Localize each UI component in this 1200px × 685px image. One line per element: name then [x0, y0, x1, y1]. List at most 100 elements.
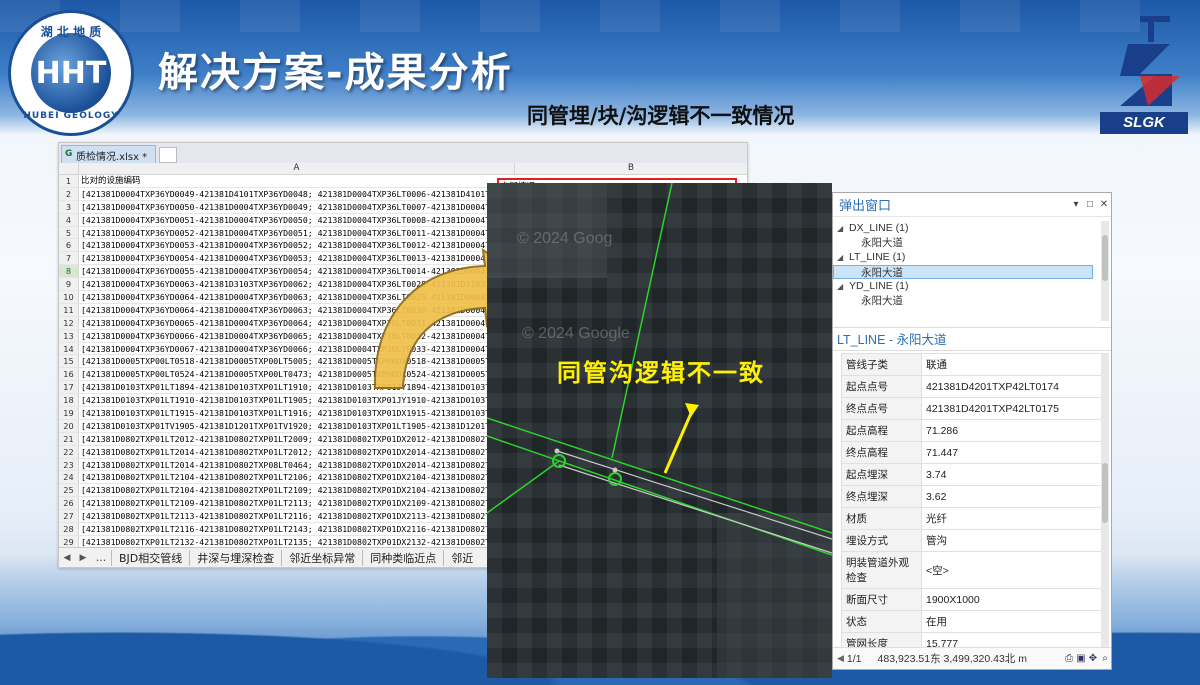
- row-number[interactable]: 19: [59, 407, 79, 419]
- row-number[interactable]: 24: [59, 471, 79, 484]
- attribute-key: 起点点号: [841, 375, 922, 398]
- map-view[interactable]: © 2024 Goog © 2024 Google 同管沟逻辑不一致: [487, 183, 832, 678]
- caret-down-icon[interactable]: ◢: [837, 251, 849, 266]
- tree-feature-item[interactable]: 永阳大道: [833, 294, 1111, 309]
- attribute-key: 终点埋深: [841, 485, 922, 508]
- attribute-row: 管线子类 联通: [841, 353, 1103, 376]
- coordinate-readout: 483,923.51东 3,499,320.43北 m: [877, 653, 1027, 665]
- tree-feature-item-selected[interactable]: 永阳大道: [833, 264, 1093, 280]
- attribute-value: 71.286: [921, 419, 1103, 442]
- new-tab-button[interactable]: [159, 147, 178, 163]
- tree-layer-item[interactable]: ◢ DX_LINE (1): [833, 221, 1111, 236]
- maximize-icon[interactable]: □: [1083, 199, 1097, 210]
- row-number[interactable]: 17: [59, 381, 79, 394]
- row-number[interactable]: 7: [59, 252, 79, 265]
- attribute-value: <空>: [921, 551, 1103, 589]
- row-number[interactable]: 16: [59, 368, 79, 381]
- sheet-prev-button[interactable]: ◀: [59, 553, 75, 563]
- attribute-row: 起点点号 421381D4201TXP42LT0174: [841, 375, 1103, 398]
- close-icon[interactable]: ✕: [1097, 199, 1111, 210]
- attribute-key: 管线子类: [841, 353, 922, 376]
- sheet-tab[interactable]: BJD相交管线: [111, 549, 189, 566]
- attribute-key: 断面尺寸: [841, 588, 922, 611]
- row-number[interactable]: 29: [59, 535, 79, 547]
- row-number[interactable]: 2: [59, 187, 79, 200]
- row-number[interactable]: 4: [59, 213, 79, 226]
- slide-subtitle: 同管埋/块/沟逻辑不一致情况: [527, 103, 795, 128]
- row-number[interactable]: 23: [59, 458, 79, 471]
- file-tab[interactable]: G 质检情况.xlsx *: [61, 145, 157, 163]
- column-header-a[interactable]: A: [79, 163, 515, 174]
- excel-tab-bar: G 质检情况.xlsx *: [59, 143, 747, 163]
- attribute-scroll-thumb[interactable]: [1102, 463, 1108, 523]
- row-number[interactable]: 18: [59, 394, 79, 407]
- tree-layer-item[interactable]: ◢ YD_LINE (1): [833, 279, 1111, 294]
- map-canvas: © 2024 Goog © 2024 Google: [487, 183, 832, 678]
- row-number[interactable]: 21: [59, 432, 79, 445]
- row-number[interactable]: 27: [59, 510, 79, 523]
- row-number[interactable]: 3: [59, 200, 79, 213]
- attribute-value: 71.447: [921, 441, 1103, 464]
- globe-emblem: HHT: [31, 33, 111, 113]
- tree-feature-item[interactable]: 永阳大道: [833, 236, 1111, 251]
- map-watermark: © 2024 Goog: [517, 230, 612, 247]
- attribute-key: 管网长度: [841, 632, 922, 647]
- pan-to-icon[interactable]: ✥: [1087, 653, 1099, 664]
- select-all-corner[interactable]: [59, 163, 79, 174]
- attribute-row: 材质 光纤: [841, 507, 1103, 530]
- sheet-next-button[interactable]: ▶: [75, 553, 91, 563]
- hubei-geology-logo: 湖 北 地 质 HHT HUBEI GEOLOGY: [8, 10, 134, 136]
- attribute-scrollbar[interactable]: [1101, 353, 1109, 647]
- row-number[interactable]: 6: [59, 239, 79, 252]
- sheet-more-button[interactable]: ...: [91, 551, 111, 564]
- row-number[interactable]: 25: [59, 484, 79, 497]
- row-number[interactable]: 22: [59, 445, 79, 458]
- row-number[interactable]: 13: [59, 329, 79, 342]
- column-header-row: A B: [59, 163, 747, 175]
- logo-bottom-text: HUBEI GEOLOGY: [23, 111, 119, 121]
- attribute-table: 管线子类 联通 起点点号 421381D4201TXP42LT0174 终点点号 4213…: [841, 353, 1103, 647]
- slide-title: 解决方案-成果分析: [158, 50, 513, 96]
- attribute-key: 终点点号: [841, 397, 922, 420]
- attribute-value: 1900X1000: [921, 588, 1103, 611]
- row-number[interactable]: 8: [59, 265, 79, 278]
- caret-down-icon[interactable]: ◢: [837, 280, 849, 295]
- row-number[interactable]: 12: [59, 316, 79, 329]
- attribute-value: 管沟: [921, 529, 1103, 552]
- attribute-key: 明装管道外观检查: [841, 551, 922, 589]
- tree-layer-item[interactable]: ◢ LT_LINE (1): [833, 250, 1111, 265]
- attribute-row: 状态 在用: [841, 610, 1103, 633]
- zoom-to-icon[interactable]: ⌕: [1099, 653, 1111, 664]
- slgk-text: SLGK: [1100, 112, 1188, 134]
- row-number[interactable]: 15: [59, 355, 79, 368]
- row-number[interactable]: 10: [59, 291, 79, 303]
- caret-down-icon[interactable]: ◢: [837, 222, 849, 237]
- attribute-row: 明装管道外观检查 <空>: [841, 551, 1103, 589]
- sheet-tab[interactable]: 同种类临近点: [362, 549, 443, 566]
- print-icon[interactable]: ⎙: [1063, 653, 1075, 664]
- row-number[interactable]: 9: [59, 278, 79, 291]
- sheet-tab[interactable]: 邻近坐标异常: [281, 549, 362, 566]
- export-icon[interactable]: ▣: [1075, 653, 1087, 664]
- attribute-value: 光纤: [921, 507, 1103, 530]
- row-number[interactable]: 28: [59, 523, 79, 535]
- sheet-tab[interactable]: 邻近: [443, 549, 480, 566]
- row-number[interactable]: 20: [59, 419, 79, 432]
- attribute-row: 终点埋深 3.62: [841, 485, 1103, 508]
- tree-scrollbar[interactable]: [1101, 221, 1109, 321]
- row-number[interactable]: 1: [59, 175, 79, 187]
- column-header-b[interactable]: B: [515, 163, 747, 174]
- tree-scroll-thumb[interactable]: [1102, 235, 1108, 281]
- attribute-panel: 管线子类 联通 起点点号 421381D4201TXP42LT0174 终点点号 4213…: [833, 353, 1111, 647]
- sheet-tab[interactable]: 井深与埋深检查: [189, 549, 281, 566]
- row-number[interactable]: 5: [59, 226, 79, 239]
- chevron-down-icon[interactable]: ▾: [1069, 199, 1083, 210]
- popup-window: 弹出窗口 ▾ □ ✕ ◢ DX_LINE (1) 永阳大道 ◢ LT_LINE (1…: [832, 192, 1112, 670]
- row-number[interactable]: 14: [59, 342, 79, 355]
- row-number[interactable]: 26: [59, 497, 79, 510]
- row-number[interactable]: 11: [59, 303, 79, 316]
- attribute-row: 终点点号 421381D4201TXP42LT0175: [841, 397, 1103, 420]
- attribute-key: 埋设方式: [841, 529, 922, 552]
- page-indicator: 1/1: [846, 652, 862, 665]
- prev-feature-icon[interactable]: ◀: [837, 653, 844, 664]
